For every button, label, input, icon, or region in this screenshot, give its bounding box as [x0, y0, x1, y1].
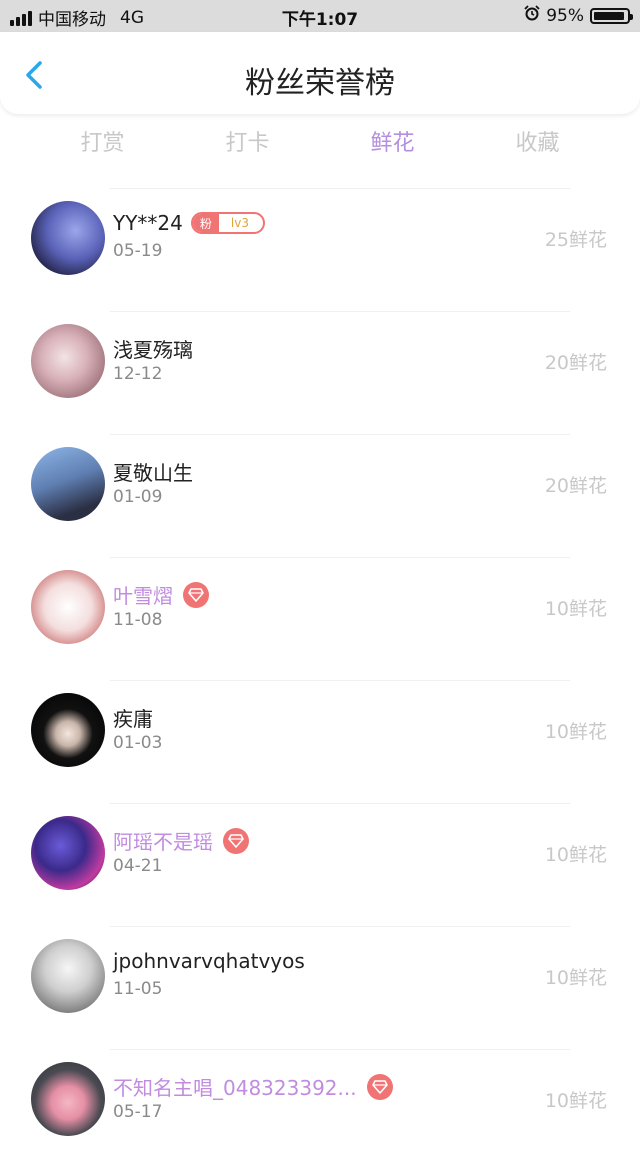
fan-name-text: 叶雪熠 — [113, 584, 173, 608]
page-title: 粉丝荣誉榜 — [245, 66, 395, 101]
fan-name: 浅夏殇璃 — [113, 334, 193, 363]
fan-date: 04-21 — [113, 856, 163, 876]
list-item[interactable]: YY**24 粉 lv3 05-19 25鲜花 — [0, 188, 640, 311]
fan-level-badge: 粉 lv3 — [190, 212, 265, 234]
status-right: 95% — [524, 5, 633, 26]
list-item[interactable]: 疾庸 01-03 10鲜花 — [0, 680, 640, 803]
nav-bar: 粉丝荣誉榜 — [0, 32, 640, 114]
list-item[interactable]: 阿瑶不是瑶 04-21 10鲜花 — [0, 803, 640, 926]
fan-name-text: 夏敬山生 — [113, 461, 193, 485]
fan-name: 叶雪熠 — [113, 580, 209, 609]
flower-amount: 10鲜花 — [544, 844, 607, 866]
flower-amount: 10鲜花 — [544, 967, 607, 989]
avatar[interactable] — [31, 570, 105, 644]
fan-name-text: jpohnvarvqhatvyos — [113, 949, 305, 973]
battery-percent: 95% — [546, 5, 584, 26]
diamond-icon — [223, 827, 249, 854]
avatar[interactable] — [31, 447, 105, 521]
fan-name: jpohnvarvqhatvyos — [113, 949, 305, 973]
list-item[interactable]: 不知名主唱_048323392... 05-17 10鲜花 — [0, 1049, 640, 1172]
status-bar: 中国移动 4G 下午1:07 95% — [0, 0, 640, 32]
fan-name-text: 阿瑶不是瑶 — [113, 830, 213, 854]
fan-name: 不知名主唱_048323392... — [113, 1072, 393, 1101]
list-item[interactable]: 叶雪熠 11-08 10鲜花 — [0, 557, 640, 680]
fan-name: 阿瑶不是瑶 — [113, 826, 249, 855]
flower-amount: 10鲜花 — [544, 721, 607, 743]
fan-name-text: 不知名主唱_048323392... — [113, 1076, 357, 1100]
tab-checkin[interactable]: 打卡 — [175, 124, 320, 164]
diamond-icon — [183, 581, 209, 608]
list-item[interactable]: 夏敬山生 01-09 20鲜花 — [0, 434, 640, 557]
fan-date: 12-12 — [113, 364, 163, 384]
avatar[interactable] — [31, 201, 105, 275]
avatar[interactable] — [31, 1062, 105, 1136]
fan-name-text: 浅夏殇璃 — [113, 338, 193, 362]
fan-date: 05-17 — [113, 1102, 163, 1122]
fan-date: 01-03 — [113, 733, 163, 753]
fan-date: 11-05 — [113, 979, 163, 999]
list-item[interactable]: 浅夏殇璃 12-12 20鲜花 — [0, 311, 640, 434]
avatar[interactable] — [31, 816, 105, 890]
tab-bar: 打赏 打卡 鲜花 收藏 — [30, 124, 610, 164]
tab-flowers[interactable]: 鲜花 — [320, 124, 465, 164]
flower-amount: 20鲜花 — [544, 475, 607, 497]
flower-amount: 10鲜花 — [544, 598, 607, 620]
fan-badge-level: lv3 — [230, 216, 249, 230]
tab-reward[interactable]: 打赏 — [30, 124, 175, 164]
fan-name: YY**24 粉 lv3 — [113, 211, 265, 235]
flower-amount: 10鲜花 — [544, 1090, 607, 1112]
flower-amount: 25鲜花 — [544, 229, 607, 251]
flower-amount: 20鲜花 — [544, 352, 607, 374]
diamond-icon — [366, 1073, 393, 1100]
fan-name: 疾庸 — [113, 703, 153, 732]
fan-badge-label: 粉 — [192, 214, 219, 232]
battery-icon — [590, 7, 633, 24]
fan-date: 05-19 — [113, 241, 163, 261]
fan-name: 夏敬山生 — [113, 457, 193, 486]
avatar[interactable] — [31, 324, 105, 398]
fan-date: 01-09 — [113, 487, 163, 507]
fan-date: 11-08 — [113, 610, 163, 630]
tab-favorites[interactable]: 收藏 — [465, 124, 610, 164]
alarm-icon — [524, 5, 540, 26]
fan-list: YY**24 粉 lv3 05-19 25鲜花 浅夏殇璃 12-12 20鲜花 … — [0, 188, 640, 1172]
fan-name-text: YY**24 — [113, 211, 183, 235]
avatar[interactable] — [31, 939, 105, 1013]
list-item[interactable]: jpohnvarvqhatvyos 11-05 10鲜花 — [0, 926, 640, 1049]
avatar[interactable] — [31, 693, 105, 767]
fan-name-text: 疾庸 — [113, 707, 153, 731]
